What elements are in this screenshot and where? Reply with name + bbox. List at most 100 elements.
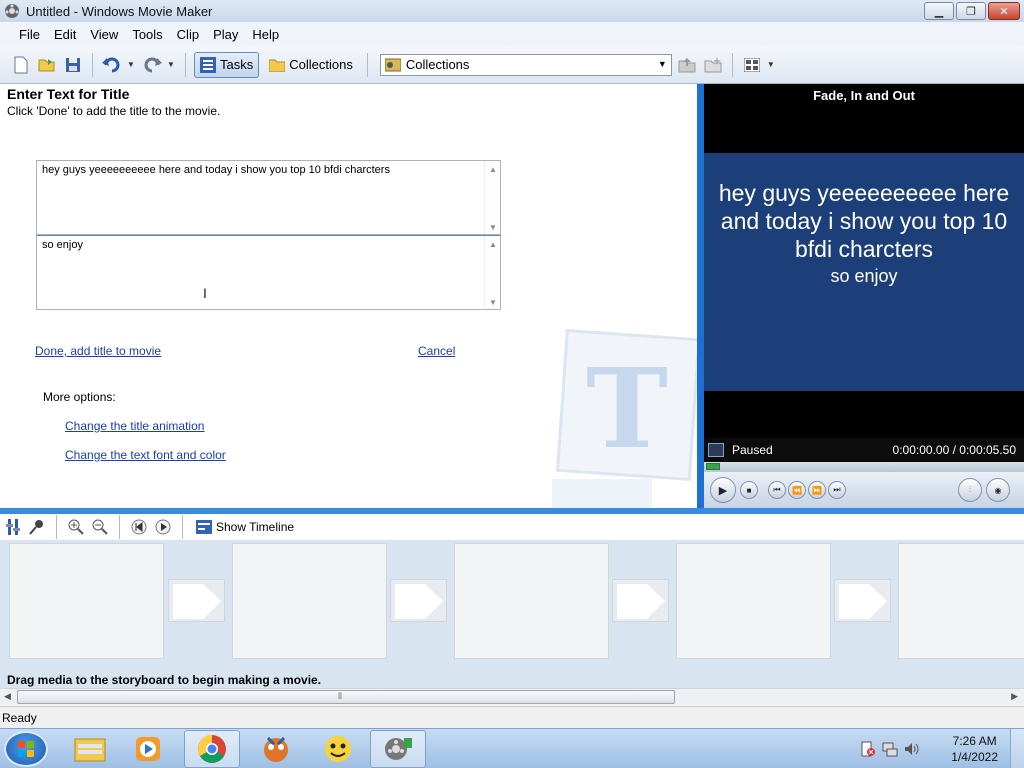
- storyboard-transition-slot[interactable]: [390, 579, 447, 622]
- menu-play[interactable]: Play: [206, 27, 245, 42]
- play-button[interactable]: ▶: [710, 477, 736, 503]
- storyboard-clip-slot[interactable]: [676, 543, 831, 659]
- stop-button[interactable]: ■: [740, 481, 758, 499]
- undo-button[interactable]: [101, 54, 123, 76]
- volume-icon[interactable]: [904, 741, 920, 757]
- storyboard-transition-slot[interactable]: [168, 579, 225, 622]
- zoom-in-button[interactable]: [67, 518, 85, 536]
- minimize-button[interactable]: ▁: [924, 2, 954, 20]
- scroll-down-icon[interactable]: ▼: [489, 223, 497, 232]
- menu-file[interactable]: File: [12, 27, 47, 42]
- storyboard-transition-slot[interactable]: [612, 579, 669, 622]
- microphone-icon: [29, 520, 43, 535]
- scroll-down-icon[interactable]: ▼: [489, 298, 497, 307]
- scroll-right-icon[interactable]: ▶: [1011, 691, 1018, 702]
- action-center-icon[interactable]: [860, 741, 876, 757]
- menu-help[interactable]: Help: [245, 27, 286, 42]
- next-frame-button[interactable]: ⏭: [828, 481, 846, 499]
- change-font-color-link[interactable]: Change the text font and color: [65, 448, 226, 462]
- storyboard-transition-slot[interactable]: [834, 579, 891, 622]
- done-add-title-link[interactable]: Done, add title to movie: [35, 344, 161, 358]
- show-desktop-button[interactable]: [1010, 729, 1024, 768]
- network-icon[interactable]: [882, 741, 898, 757]
- views-dropdown-icon[interactable]: ▼: [767, 60, 777, 69]
- scroll-up-icon[interactable]: ▲: [489, 165, 497, 174]
- open-project-button[interactable]: [36, 54, 58, 76]
- redo-dropdown-icon[interactable]: ▼: [167, 60, 177, 69]
- title-text-value: hey guys yeeeeeeeeee here and today i sh…: [42, 164, 390, 176]
- storyboard-separator: [56, 515, 57, 539]
- change-title-animation-link[interactable]: Change the title animation: [65, 419, 204, 433]
- restore-button[interactable]: ❐: [956, 2, 986, 20]
- taskbar-character[interactable]: [310, 730, 366, 768]
- views-button[interactable]: [741, 54, 763, 76]
- take-picture-button[interactable]: ◉: [986, 478, 1010, 502]
- taskbar-explorer[interactable]: [62, 730, 118, 768]
- subtitle-text-input[interactable]: so enjoy ▲ ▼: [36, 235, 501, 310]
- scroll-left-icon[interactable]: ◀: [4, 691, 11, 702]
- taskbar-game[interactable]: [248, 730, 304, 768]
- scroll-up-icon[interactable]: ▲: [489, 240, 497, 249]
- zoom-out-button[interactable]: [91, 518, 109, 536]
- title-text-scrollbar[interactable]: ▲ ▼: [484, 161, 500, 234]
- game-icon: [264, 736, 288, 762]
- menu-clip[interactable]: Clip: [170, 27, 206, 42]
- close-button[interactable]: ✕: [988, 2, 1020, 20]
- taskbar-media-player[interactable]: [120, 730, 176, 768]
- narrate-timeline-button[interactable]: [28, 518, 46, 536]
- previous-frame-button[interactable]: ⏮: [768, 481, 786, 499]
- taskbar-movie-maker[interactable]: [370, 730, 426, 768]
- show-timeline-button[interactable]: Show Timeline: [193, 516, 297, 538]
- storyboard-clip-slot[interactable]: [9, 543, 164, 659]
- up-folder-icon: [678, 57, 696, 72]
- play-storyboard-button[interactable]: [154, 518, 172, 536]
- redo-button[interactable]: [141, 54, 163, 76]
- tasks-label: Tasks: [220, 57, 254, 72]
- new-folder-icon: [704, 56, 722, 72]
- title-editor-pane: Enter Text for Title Click 'Done' to add…: [0, 84, 697, 508]
- collections-button[interactable]: Collections: [263, 52, 359, 78]
- grip-icon: ⦀: [338, 691, 342, 701]
- set-audio-levels-button[interactable]: [4, 518, 22, 536]
- collections-dropdown[interactable]: Collections ▼: [379, 53, 672, 76]
- tasks-button[interactable]: Tasks: [194, 51, 260, 78]
- storyboard-clip-slot[interactable]: [898, 543, 1024, 659]
- subtitle-text-scrollbar[interactable]: ▲ ▼: [484, 236, 500, 309]
- forward-button[interactable]: ⏩: [808, 481, 826, 499]
- transition-arrow-icon: [173, 584, 221, 619]
- system-tray: 7:26 AM 1/4/2022: [854, 729, 1024, 768]
- movie-maker-app-icon: [5, 4, 19, 18]
- cancel-link[interactable]: Cancel: [418, 344, 455, 358]
- menu-view[interactable]: View: [83, 27, 125, 42]
- save-project-button[interactable]: [62, 54, 84, 76]
- preview-title: Fade, In and Out: [704, 84, 1024, 106]
- storyboard[interactable]: Drag media to the storyboard to begin ma…: [0, 540, 1024, 688]
- start-button[interactable]: [4, 731, 48, 767]
- new-project-button[interactable]: [10, 54, 32, 76]
- collections-dropdown-value: Collections: [405, 57, 470, 72]
- new-collection-folder-button[interactable]: [702, 54, 724, 76]
- taskbar-chrome[interactable]: [184, 730, 240, 768]
- rewind-storyboard-button[interactable]: [130, 518, 148, 536]
- toolbar-separator: [731, 52, 733, 77]
- more-options-label: More options:: [43, 390, 116, 404]
- menu-tools[interactable]: Tools: [125, 27, 169, 42]
- save-icon: [66, 57, 80, 72]
- restore-icon: ❐: [966, 5, 976, 18]
- toolbar-separator: [185, 52, 186, 77]
- seek-bar[interactable]: [704, 462, 1024, 472]
- up-one-level-button[interactable]: [676, 54, 698, 76]
- rewind-button[interactable]: ⏪: [788, 481, 806, 499]
- scrollbar-thumb[interactable]: ⦀: [17, 690, 675, 704]
- split-clip-button[interactable]: ⫶: [958, 478, 982, 502]
- storyboard-horizontal-scrollbar[interactable]: ◀ ⦀ ▶: [0, 688, 1024, 706]
- seek-thumb[interactable]: [706, 463, 720, 470]
- toolbar-separator: [92, 52, 93, 77]
- undo-dropdown-icon[interactable]: ▼: [127, 60, 137, 69]
- storyboard-clip-slot[interactable]: [454, 543, 609, 659]
- clock[interactable]: 7:26 AM 1/4/2022: [951, 733, 998, 765]
- timeline-icon: [196, 520, 212, 534]
- title-text-input[interactable]: hey guys yeeeeeeeeee here and today i sh…: [36, 160, 501, 235]
- menu-edit[interactable]: Edit: [47, 27, 83, 42]
- storyboard-clip-slot[interactable]: [232, 543, 387, 659]
